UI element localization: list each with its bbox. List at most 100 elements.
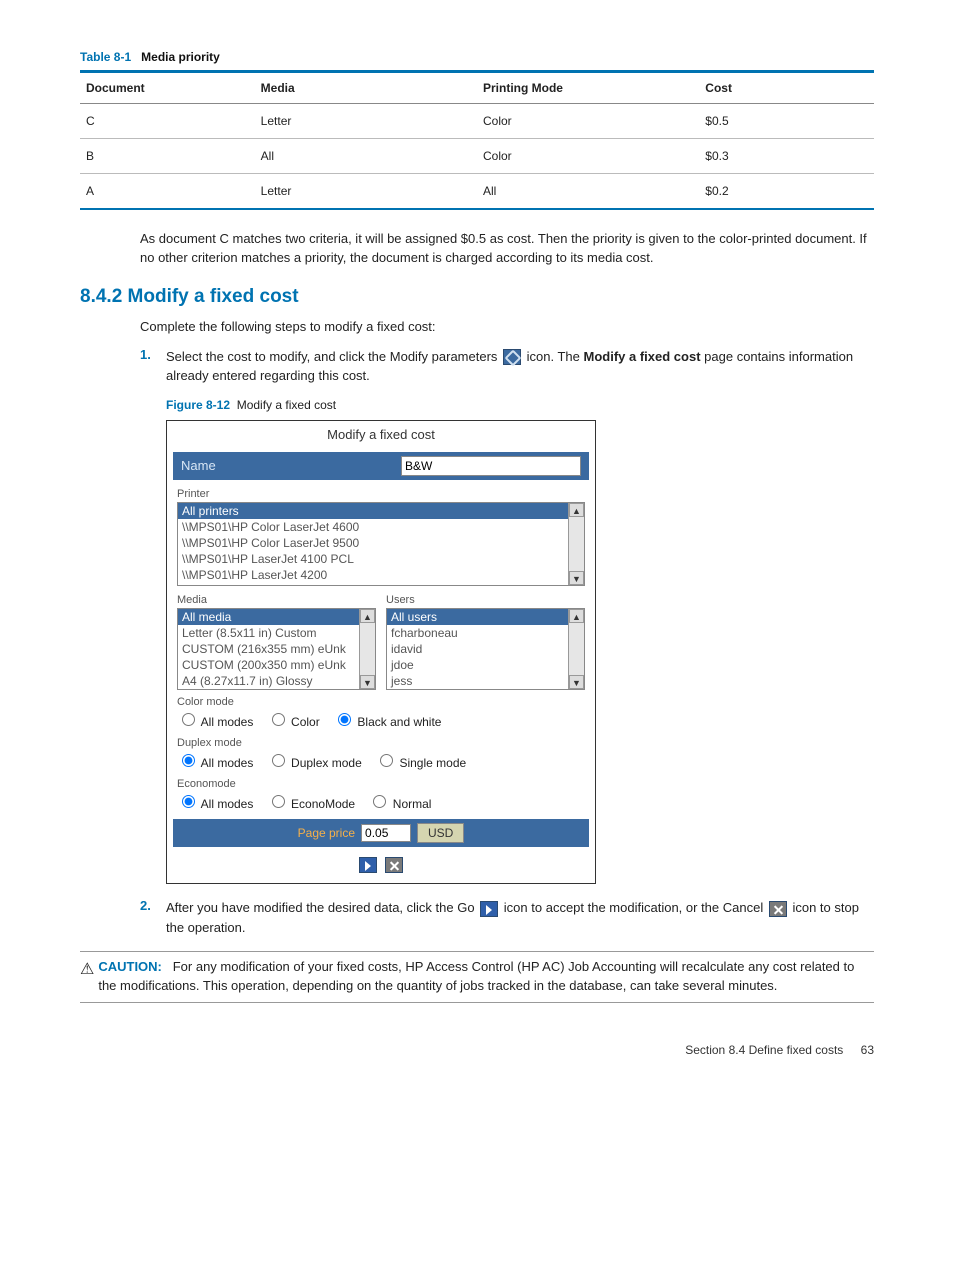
- scroll-down-icon[interactable]: ▼: [569, 675, 584, 689]
- page-price-label: Page price: [298, 826, 355, 840]
- radio-option[interactable]: All modes: [177, 756, 253, 770]
- radio-option[interactable]: Duplex mode: [267, 756, 362, 770]
- list-item[interactable]: CUSTOM (200x350 mm) eUnk: [178, 657, 359, 673]
- media-priority-table: Document Media Printing Mode Cost C Lett…: [80, 70, 874, 210]
- text: icon. The: [527, 349, 584, 364]
- label: All modes: [201, 797, 254, 811]
- radio-option[interactable]: Normal: [368, 797, 431, 811]
- col-cost: Cost: [699, 72, 874, 104]
- label: EconoMode: [291, 797, 355, 811]
- media-label: Media: [177, 594, 366, 606]
- radio-option[interactable]: Single mode: [375, 756, 466, 770]
- list-item[interactable]: Letter (8.5x11 in) Custom: [178, 625, 359, 641]
- list-item[interactable]: \\MPS01\HP Color LaserJet 9500: [178, 535, 568, 551]
- section-heading: 8.4.2 Modify a fixed cost: [80, 286, 874, 308]
- page-price-input[interactable]: [361, 824, 411, 842]
- radio-option[interactable]: Black and white: [333, 715, 441, 729]
- cell: All: [255, 139, 477, 174]
- cancel-button-icon[interactable]: [385, 857, 403, 873]
- list-item[interactable]: CUSTOM (216x355 mm) eUnk: [178, 641, 359, 657]
- modify-parameters-icon: [503, 349, 521, 365]
- caution-label: CAUTION:: [98, 959, 162, 974]
- list-item[interactable]: jess: [387, 673, 568, 689]
- step-body: After you have modified the desired data…: [166, 898, 874, 937]
- scroll-up-icon[interactable]: ▲: [360, 609, 375, 623]
- currency-label: USD: [417, 823, 464, 843]
- table-row: A Letter All $0.2: [80, 174, 874, 210]
- text-bold: Modify a fixed cost: [584, 349, 701, 364]
- users-label: Users: [386, 594, 575, 606]
- cell: A: [80, 174, 255, 210]
- footer-page: 63: [861, 1043, 874, 1057]
- list-item[interactable]: All printers: [178, 503, 568, 519]
- cell: Color: [477, 104, 699, 139]
- label: Normal: [393, 797, 432, 811]
- scroll-up-icon[interactable]: ▲: [569, 609, 584, 623]
- explanatory-paragraph: As document C matches two criteria, it w…: [140, 230, 874, 268]
- printer-listbox[interactable]: All printers \\MPS01\HP Color LaserJet 4…: [177, 502, 585, 586]
- cancel-icon: [769, 901, 787, 917]
- text: Select the cost to modify, and click the…: [166, 349, 501, 364]
- table-caption-prefix: Table 8-1: [80, 50, 131, 64]
- radio-option[interactable]: EconoMode: [267, 797, 355, 811]
- duplex-mode-label: Duplex mode: [177, 737, 585, 749]
- cell: B: [80, 139, 255, 174]
- economode-label: Economode: [177, 778, 585, 790]
- step-body: Select the cost to modify, and click the…: [166, 347, 874, 386]
- name-input[interactable]: [401, 456, 581, 476]
- list-item[interactable]: idavid: [387, 641, 568, 657]
- text: icon to accept the modification, or the …: [504, 900, 767, 915]
- scrollbar[interactable]: ▲ ▼: [568, 503, 584, 585]
- step-number: 1.: [140, 347, 166, 362]
- cell: All: [477, 174, 699, 210]
- cell: $0.5: [699, 104, 874, 139]
- scrollbar[interactable]: ▲ ▼: [359, 609, 375, 689]
- list-item[interactable]: fcharboneau: [387, 625, 568, 641]
- intro-text: Complete the following steps to modify a…: [140, 318, 874, 337]
- go-button-icon[interactable]: [359, 857, 377, 873]
- printer-label: Printer: [177, 488, 585, 500]
- users-listbox[interactable]: All users fcharboneau idavid jdoe jess ▲…: [386, 608, 585, 690]
- radio-option[interactable]: Color: [267, 715, 320, 729]
- caution-note: ⚠ CAUTION: For any modification of your …: [80, 951, 874, 1003]
- cell: $0.2: [699, 174, 874, 210]
- col-media: Media: [255, 72, 477, 104]
- list-item[interactable]: All users: [387, 609, 568, 625]
- table-row: B All Color $0.3: [80, 139, 874, 174]
- label: Color: [291, 715, 320, 729]
- table-row: C Letter Color $0.5: [80, 104, 874, 139]
- figure-title: Modify a fixed cost: [237, 398, 336, 412]
- radio-option[interactable]: All modes: [177, 715, 253, 729]
- label: Black and white: [357, 715, 441, 729]
- cell: Color: [477, 139, 699, 174]
- list-item[interactable]: A4 (8.27x11.7 in) Glossy: [178, 673, 359, 689]
- warning-icon: ⚠: [80, 958, 94, 996]
- label: All modes: [201, 756, 254, 770]
- list-item[interactable]: jdoe: [387, 657, 568, 673]
- name-label: Name: [181, 458, 216, 473]
- cell: C: [80, 104, 255, 139]
- list-item[interactable]: \\MPS01\HP Color LaserJet 4600: [178, 519, 568, 535]
- cell: $0.3: [699, 139, 874, 174]
- name-bar: Name: [173, 452, 589, 480]
- label: All modes: [201, 715, 254, 729]
- scroll-up-icon[interactable]: ▲: [569, 503, 584, 517]
- scroll-down-icon[interactable]: ▼: [569, 571, 584, 585]
- scroll-down-icon[interactable]: ▼: [360, 675, 375, 689]
- col-document: Document: [80, 72, 255, 104]
- go-icon: [480, 901, 498, 917]
- dialog-title: Modify a fixed cost: [167, 421, 595, 452]
- table-caption-title: Media priority: [141, 50, 220, 64]
- radio-option[interactable]: All modes: [177, 797, 253, 811]
- list-item[interactable]: \\MPS01\HP LaserJet 4100 PCL: [178, 551, 568, 567]
- modify-fixed-cost-dialog: Modify a fixed cost Name Printer All pri…: [166, 420, 596, 885]
- list-item[interactable]: All media: [178, 609, 359, 625]
- media-listbox[interactable]: All media Letter (8.5x11 in) Custom CUST…: [177, 608, 376, 690]
- list-item[interactable]: \\MPS01\HP LaserJet 4200: [178, 567, 568, 583]
- scrollbar[interactable]: ▲ ▼: [568, 609, 584, 689]
- cell: Letter: [255, 104, 477, 139]
- cell: Letter: [255, 174, 477, 210]
- color-mode-label: Color mode: [177, 696, 585, 708]
- col-printing-mode: Printing Mode: [477, 72, 699, 104]
- price-bar: Page price USD: [173, 819, 589, 847]
